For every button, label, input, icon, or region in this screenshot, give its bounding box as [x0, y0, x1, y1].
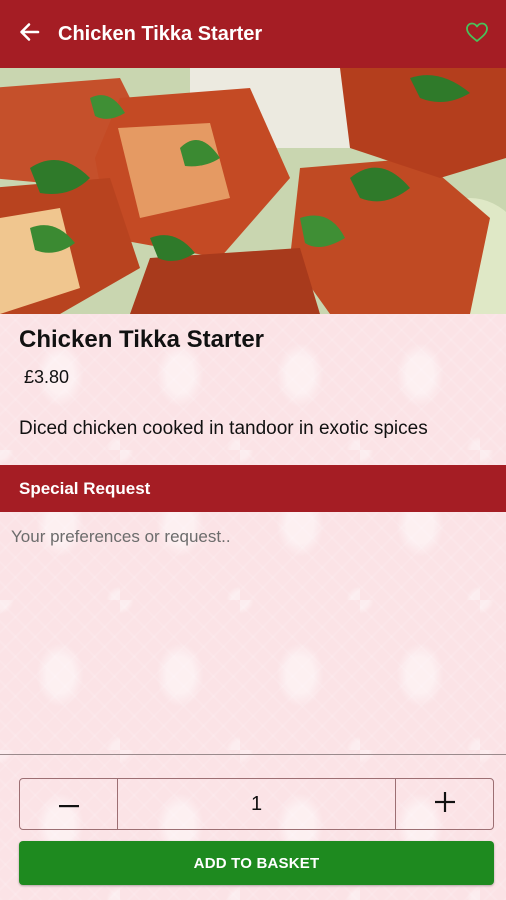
add-to-basket-button[interactable]: ADD TO BASKET: [19, 841, 494, 885]
favorite-button[interactable]: [448, 0, 506, 68]
divider: [0, 754, 506, 755]
plus-icon: [434, 791, 455, 817]
product-image: [0, 68, 506, 314]
special-request-input[interactable]: [0, 523, 506, 751]
quantity-stepper: 1: [19, 778, 494, 830]
product-name: Chicken Tikka Starter: [19, 326, 265, 353]
back-button[interactable]: [0, 0, 58, 68]
increase-quantity-button[interactable]: [395, 779, 493, 829]
decrease-quantity-button[interactable]: [20, 779, 118, 829]
page-title: Chicken Tikka Starter: [58, 22, 263, 45]
quantity-value: 1: [250, 792, 263, 815]
special-request-header: Special Request: [0, 465, 506, 512]
minus-icon: [58, 795, 79, 813]
arrow-left-icon: [18, 21, 40, 48]
product-price: £3.80: [24, 367, 70, 387]
app-bar: Chicken Tikka Starter: [0, 0, 506, 68]
heart-outline-icon: [465, 21, 489, 48]
special-request-heading: Special Request: [19, 478, 151, 498]
product-description: Diced chicken cooked in tandoor in exoti…: [19, 418, 428, 439]
